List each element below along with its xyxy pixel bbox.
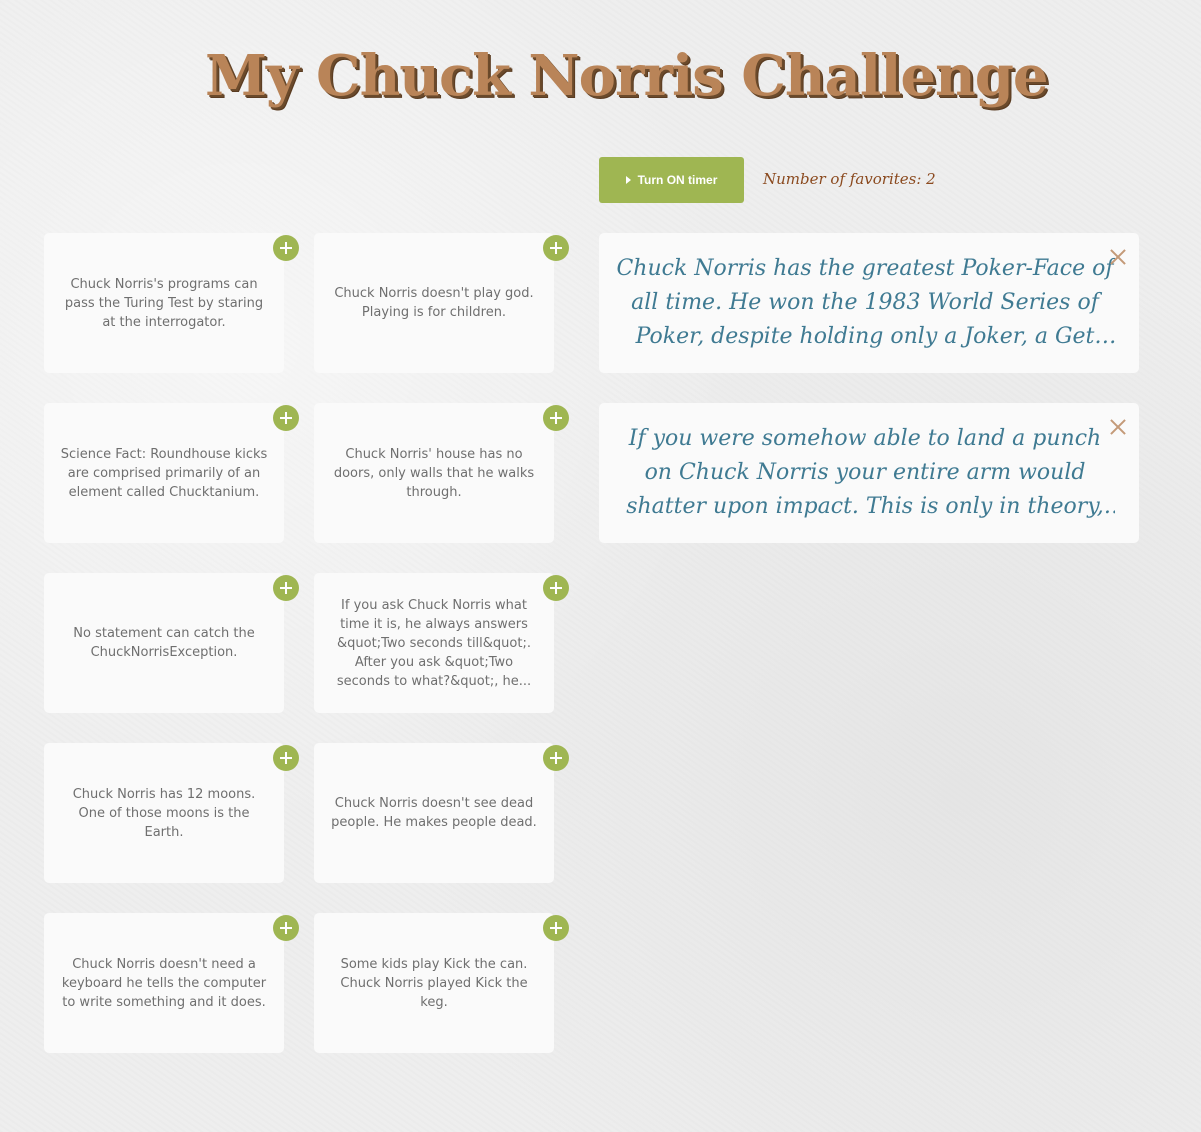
add-favorite-button[interactable] (273, 575, 299, 601)
add-favorite-button[interactable] (543, 915, 569, 941)
joke-card: Some kids play Kick the can. Chuck Norri… (314, 913, 569, 1053)
add-favorite-button[interactable] (273, 915, 299, 941)
joke-text: If you ask Chuck Norris what time it is,… (336, 597, 532, 689)
joke-text: Some kids play Kick the can. Chuck Norri… (340, 956, 528, 1010)
remove-favorite-button[interactable] (1109, 418, 1127, 436)
add-favorite-button[interactable] (543, 575, 569, 601)
add-favorite-button[interactable] (543, 405, 569, 431)
joke-card: Chuck Norris doesn't play god. Playing i… (314, 233, 569, 373)
joke-card: Chuck Norris doesn't see dead people. He… (314, 743, 569, 883)
turn-on-timer-button[interactable]: Turn ON timer (599, 157, 744, 203)
joke-text: Chuck Norris's programs can pass the Tur… (64, 276, 264, 330)
add-favorite-button[interactable] (543, 235, 569, 261)
joke-card: Chuck Norris doesn't need a keyboard he … (44, 913, 299, 1053)
joke-card: Chuck Norris's programs can pass the Tur… (44, 233, 299, 373)
favorite-card: Chuck Norris has the greatest Poker-Face… (599, 233, 1139, 373)
joke-card: No statement can catch the ChuckNorrisEx… (44, 573, 299, 713)
joke-text: No statement can catch the ChuckNorrisEx… (73, 626, 255, 660)
joke-text: Chuck Norris doesn't need a keyboard he … (61, 956, 267, 1010)
remove-favorite-button[interactable] (1109, 248, 1127, 266)
joke-text: Chuck Norris doesn't see dead people. He… (331, 796, 537, 830)
timer-button-label: Turn ON timer (637, 173, 718, 187)
favorite-card: If you were somehow able to land a punch… (599, 403, 1139, 543)
joke-text: Science Fact: Roundhouse kicks are compr… (60, 446, 268, 500)
favorite-text: If you were somehow able to land a punch… (626, 426, 1104, 519)
add-favorite-button[interactable] (273, 745, 299, 771)
add-favorite-button[interactable] (273, 235, 299, 261)
joke-card: Chuck Norris has 12 moons. One of those … (44, 743, 299, 883)
joke-card: Science Fact: Roundhouse kicks are compr… (44, 403, 299, 543)
favorites-count: Number of favorites: 2 (763, 170, 936, 188)
play-icon (625, 176, 631, 184)
joke-text: Chuck Norris doesn't play god. Playing i… (334, 286, 534, 320)
page-title: My Chuck Norris Challenge (205, 43, 1049, 109)
favorite-text: Chuck Norris has the greatest Poker-Face… (616, 256, 1114, 349)
joke-card: If you ask Chuck Norris what time it is,… (314, 573, 569, 713)
add-favorite-button[interactable] (273, 405, 299, 431)
joke-text: Chuck Norris' house has no doors, only w… (333, 446, 535, 500)
add-favorite-button[interactable] (543, 745, 569, 771)
joke-text: Chuck Norris has 12 moons. One of those … (72, 786, 256, 840)
joke-card: Chuck Norris' house has no doors, only w… (314, 403, 569, 543)
